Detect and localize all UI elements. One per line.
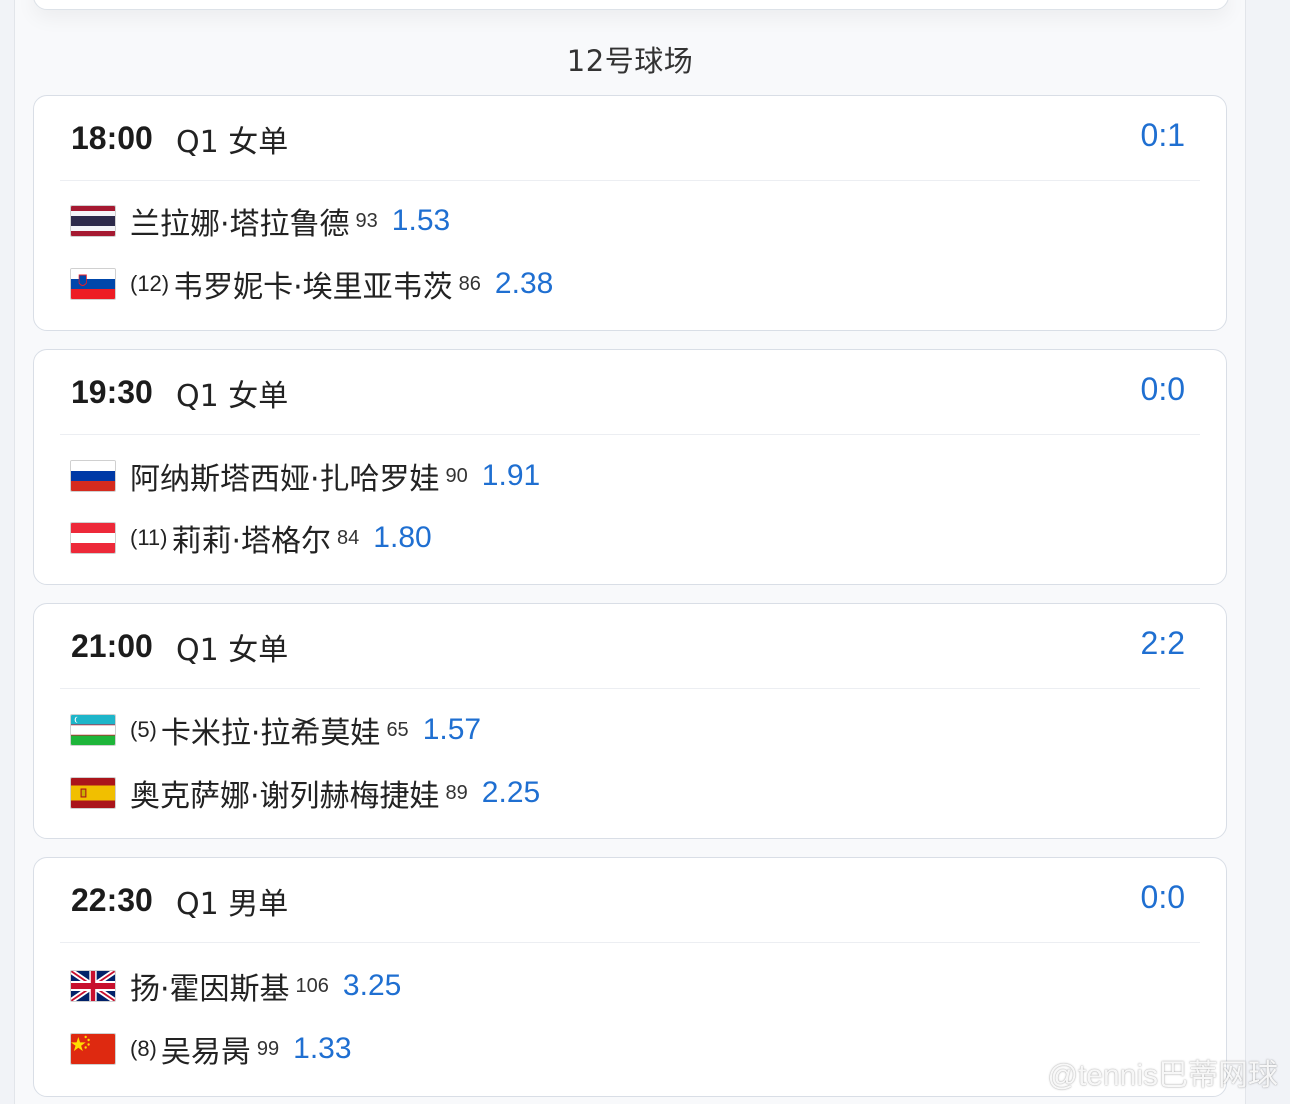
player-odds: 2.25: [481, 776, 541, 809]
uk-flag-icon: [70, 970, 116, 1002]
china-flag-icon: [70, 1033, 116, 1065]
austria-flag-icon: [70, 522, 116, 554]
player-name: 阿纳斯塔西娅·扎哈罗娃: [130, 462, 440, 497]
match-time: 18:00: [71, 120, 153, 156]
player-row[interactable]: 扬·霍因斯基 106 3.25: [70, 966, 402, 1007]
match-score: 0:0: [1140, 371, 1185, 407]
player-name: 扬·霍因斯基: [130, 972, 290, 1007]
player-odds: 1.53: [391, 204, 451, 237]
player-row[interactable]: (5) 卡米拉·拉希莫娃 65 1.57: [70, 710, 482, 751]
player-row[interactable]: (11) 莉莉·塔格尔 84 1.80: [70, 518, 432, 559]
player-odds: 3.25: [342, 969, 402, 1002]
player-name: 卡米拉·拉希莫娃: [160, 716, 381, 751]
player-row[interactable]: (12) 韦罗妮卡·埃里亚韦茨 86 2.38: [70, 264, 554, 305]
player-rank: 65: [386, 718, 409, 741]
match-round: Q1 女单: [176, 633, 289, 668]
player-row[interactable]: 兰拉娜·塔拉鲁德 93 1.53: [70, 201, 451, 242]
schedule-page: 12号球场 18:00 Q1 女单 0:1 兰拉娜·塔拉鲁德 93 1.53 (…: [14, 0, 1246, 1104]
match-card[interactable]: 19:30 Q1 女单 0:0 阿纳斯塔西娅·扎哈罗娃 90 1.91 (11)…: [33, 349, 1227, 585]
match-score: 0:0: [1140, 879, 1185, 915]
player-odds: 1.91: [481, 459, 541, 492]
match-time: 21:00: [71, 628, 153, 664]
match-round: Q1 男单: [176, 887, 289, 922]
player-rank: 106: [295, 974, 329, 997]
player-odds: 1.80: [373, 521, 432, 554]
player-odds: 1.33: [293, 1032, 352, 1065]
divider: [60, 180, 1200, 181]
player-name: 兰拉娜·塔拉鲁德: [130, 207, 350, 242]
player-rank: 84: [337, 526, 360, 549]
player-rank: 90: [445, 464, 468, 487]
match-card[interactable]: 21:00 Q1 女单 2:2 (5) 卡米拉·拉希莫娃 65 1.57 奥克萨…: [33, 603, 1227, 839]
match-time: 22:30: [71, 882, 153, 918]
player-row[interactable]: 阿纳斯塔西娅·扎哈罗娃 90 1.91: [70, 456, 541, 497]
player-odds: 2.38: [494, 267, 554, 300]
player-name: 奥克萨娜·谢列赫梅捷娃: [130, 779, 440, 814]
player-rank: 86: [458, 272, 481, 295]
court-title: 12号球场: [566, 44, 694, 78]
watermark: @tennis巴蒂网球: [991, 1050, 1278, 1094]
uzbekistan-flag-icon: [70, 714, 116, 746]
divider: [60, 434, 1200, 435]
match-score: 2:2: [1140, 625, 1185, 661]
player-seed: (11): [130, 525, 168, 550]
match-round: Q1 女单: [176, 125, 289, 160]
player-name: 吴易昺: [160, 1035, 251, 1070]
player-row[interactable]: 奥克萨娜·谢列赫梅捷娃 89 2.25: [70, 773, 541, 814]
player-seed: (5): [130, 717, 157, 742]
player-odds: 1.57: [422, 713, 482, 746]
match-header: 22:30 Q1 男单 0:0: [34, 858, 1226, 942]
thailand-flag-icon: [70, 205, 116, 237]
match-header: 21:00 Q1 女单 2:2: [34, 604, 1226, 688]
player-seed: (12): [130, 271, 170, 296]
match-card[interactable]: 18:00 Q1 女单 0:1 兰拉娜·塔拉鲁德 93 1.53 (12) 韦罗…: [33, 95, 1227, 331]
watermark-text: @tennis巴蒂网球: [1047, 1059, 1278, 1092]
divider: [60, 688, 1200, 689]
russia-flag-icon: [70, 460, 116, 492]
match-round: Q1 女单: [176, 379, 289, 414]
player-rank: 99: [256, 1037, 280, 1060]
player-name: 韦罗妮卡·埃里亚韦茨: [173, 270, 453, 305]
player-row[interactable]: (8) 吴易昺 99 1.33: [70, 1029, 352, 1070]
match-header: 19:30 Q1 女单 0:0: [34, 350, 1226, 434]
divider: [60, 942, 1200, 943]
player-rank: 89: [445, 781, 468, 804]
spain-flag-icon: [70, 777, 116, 809]
match-header: 18:00 Q1 女单 0:1: [34, 96, 1226, 180]
player-rank: 93: [355, 209, 378, 232]
slovenia-flag-icon: [70, 268, 116, 300]
player-name: 莉莉·塔格尔: [171, 524, 332, 559]
match-time: 19:30: [71, 374, 153, 410]
previous-match-card: [33, 0, 1229, 10]
match-score: 0:1: [1140, 117, 1185, 153]
weibo-logo-icon: [992, 1058, 1039, 1089]
player-seed: (8): [130, 1036, 157, 1061]
